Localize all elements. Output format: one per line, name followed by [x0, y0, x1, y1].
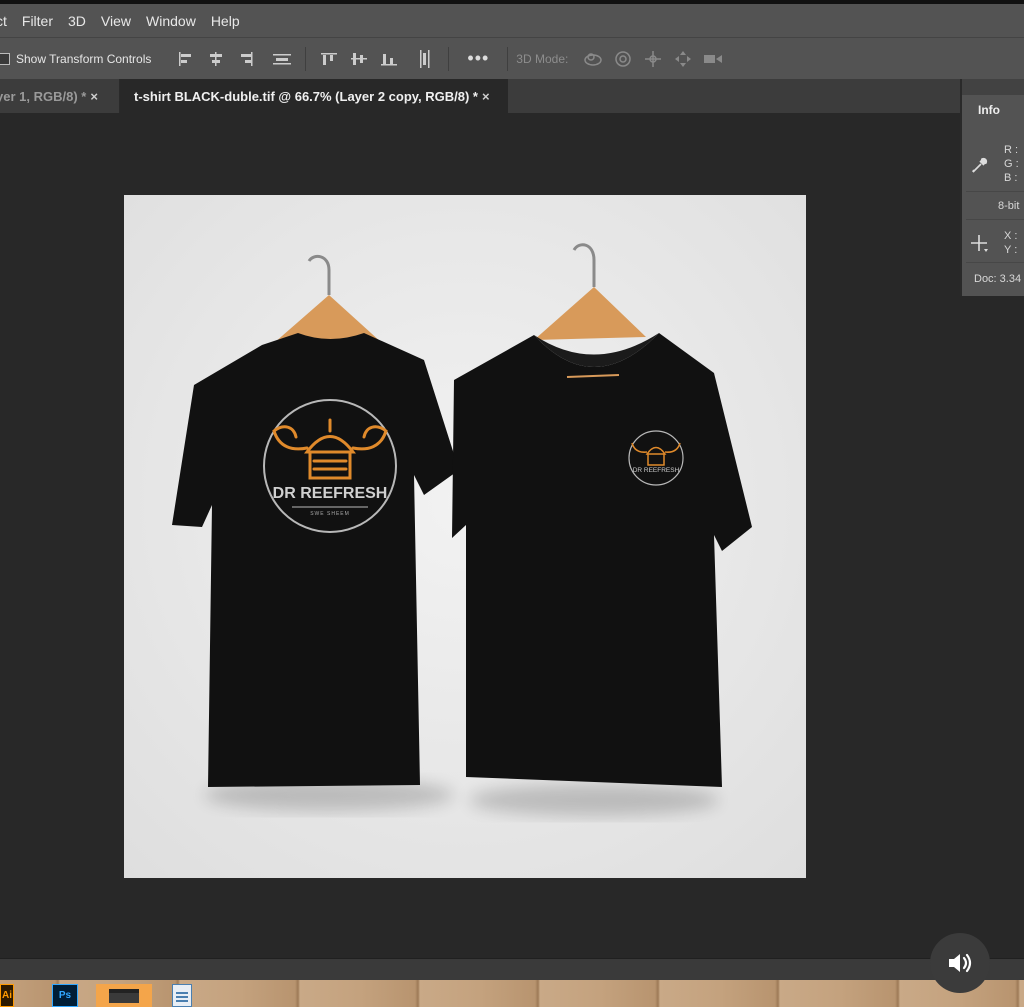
taskbar: Ai Ps [0, 980, 1024, 1007]
align-right-icon[interactable] [235, 48, 257, 70]
info-r-label: R : [1004, 144, 1019, 156]
distribute-horizontal-icon[interactable] [271, 48, 293, 70]
toolbar-separator [448, 46, 450, 71]
tab-close-icon[interactable]: × [482, 89, 490, 104]
info-panel: Info R : G : B : 8-bit X : Y : Doc: 3.34 [960, 79, 1024, 296]
menu-bar: ct Filter 3D View Window Help [0, 4, 1024, 37]
info-divider [966, 262, 1024, 263]
info-b-label: B : [1004, 172, 1018, 184]
document-tab-bar: yer 1, RGB/8) * × t-shirt BLACK-duble.ti… [0, 79, 960, 113]
tab-label: t-shirt BLACK-duble.tif @ 66.7% (Layer 2… [134, 88, 478, 104]
speaker-icon [949, 953, 972, 973]
info-doc-size: Doc: 3.34 [974, 273, 1022, 285]
align-left-icon[interactable] [175, 48, 197, 70]
tab-label: yer 1, RGB/8) * [0, 88, 87, 104]
3d-slide-icon[interactable] [672, 48, 694, 70]
canvas-workspace-right[interactable] [960, 296, 1024, 958]
toolbar-separator [507, 46, 509, 71]
tab-layer-1[interactable]: yer 1, RGB/8) * × [0, 79, 120, 113]
photoshop-taskbar-icon[interactable]: Ps [52, 984, 78, 1007]
menu-item-window[interactable]: Window [146, 13, 196, 29]
3d-pan-icon[interactable] [642, 48, 664, 70]
align-bottom-icon[interactable] [378, 48, 400, 70]
align-middle-vertical-icon[interactable] [348, 48, 370, 70]
info-x-label: X : [1004, 230, 1018, 242]
info-divider [966, 191, 1024, 192]
status-bar [0, 958, 1024, 980]
crosshair-icon [970, 234, 990, 258]
tshirt-front [452, 333, 752, 787]
toolbar-separator [305, 46, 307, 71]
options-bar: Show Transform Controls ••• 3D Mode: [0, 37, 1024, 79]
3d-orbit-icon[interactable] [582, 48, 604, 70]
menu-item-select[interactable]: ct [0, 13, 7, 29]
menu-item-3d[interactable]: 3D [68, 13, 86, 29]
info-g-label: G : [1004, 158, 1019, 170]
3d-mode-label: 3D Mode: [516, 51, 569, 66]
info-panel-header [962, 79, 1024, 95]
menu-item-help[interactable]: Help [211, 13, 240, 29]
tab-tshirt-black[interactable]: t-shirt BLACK-duble.tif @ 66.7% (Layer 2… [120, 79, 508, 113]
calculator-taskbar-icon[interactable] [172, 984, 192, 1007]
eyedropper-icon[interactable] [970, 157, 988, 179]
tab-info[interactable]: Info [964, 95, 1014, 125]
back-logo-tagline: SWE SHEEM [310, 511, 350, 517]
illustrator-taskbar-icon[interactable]: Ai [0, 984, 14, 1007]
front-logo-text: DR REEFRESH [633, 467, 680, 474]
distribute-vertical-icon[interactable] [414, 48, 436, 70]
more-options-button[interactable]: ••• [467, 48, 489, 69]
info-divider [966, 219, 1024, 220]
align-center-horizontal-icon[interactable] [205, 48, 227, 70]
window-taskbar-icon[interactable] [96, 984, 152, 1007]
menu-item-filter[interactable]: Filter [22, 13, 53, 29]
tab-close-icon[interactable]: × [90, 89, 98, 104]
show-transform-label: Show Transform Controls [16, 51, 152, 66]
align-top-icon[interactable] [318, 48, 340, 70]
info-bit-depth: 8-bit [998, 200, 1020, 212]
show-transform-checkbox[interactable] [0, 52, 10, 65]
info-y-label: Y : [1004, 244, 1018, 256]
back-logo-text: DR REEFRESH [273, 485, 388, 502]
menu-item-view[interactable]: View [101, 13, 131, 29]
3d-camera-icon[interactable] [702, 48, 724, 70]
tshirt-mockup-image: DR REEFRESH SWE SHEEM DR REEFRESH [124, 195, 806, 878]
speaker-volume-button[interactable] [930, 933, 990, 993]
3d-roll-icon[interactable] [612, 48, 634, 70]
document-canvas[interactable]: DR REEFRESH SWE SHEEM DR REEFRESH [124, 195, 806, 878]
